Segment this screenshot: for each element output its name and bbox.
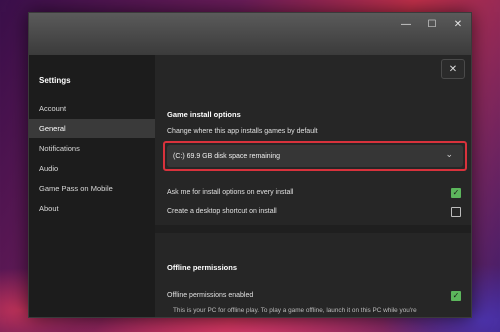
desktop-shortcut-checkbox[interactable] [451,207,461,217]
offline-description: This is your PC for offline play. To pla… [173,307,417,314]
offline-permissions-heading: Offline permissions [167,263,238,272]
settings-sidebar: Settings Account General Notifications A… [29,55,155,317]
highlight-box [163,141,467,171]
close-icon[interactable]: ✕ [441,59,465,79]
xbox-settings-window: — ☐ ✕ Settings Account General Notificat… [28,12,472,318]
sidebar-item-account[interactable]: Account [29,99,155,118]
section-divider [155,225,471,233]
sidebar-item-notifications[interactable]: Notifications [29,139,155,158]
offline-enabled-label: Offline permissions enabled [167,292,254,299]
minimize-icon[interactable]: — [393,13,419,35]
ask-install-options-checkbox[interactable]: ✓ [451,188,461,198]
sidebar-item-general[interactable]: General [29,119,155,138]
desktop-shortcut-label: Create a desktop shortcut on install [167,208,277,215]
sidebar-title: Settings [39,76,71,85]
title-bar: — ☐ ✕ [29,13,471,55]
offline-enabled-checkbox[interactable]: ✓ [451,291,461,301]
settings-content: ✕ Game install options Change where this… [155,55,471,317]
close-window-icon[interactable]: ✕ [445,13,471,35]
sidebar-item-game-pass-on-mobile[interactable]: Game Pass on Mobile [29,179,155,198]
sidebar-item-about[interactable]: About [29,199,155,218]
ask-install-options-label: Ask me for install options on every inst… [167,189,294,196]
sidebar-item-audio[interactable]: Audio [29,159,155,178]
install-location-label: Change where this app installs games by … [167,128,318,135]
window-controls: — ☐ ✕ [393,13,471,35]
game-install-options-heading: Game install options [167,110,241,119]
maximize-icon[interactable]: ☐ [419,13,445,35]
